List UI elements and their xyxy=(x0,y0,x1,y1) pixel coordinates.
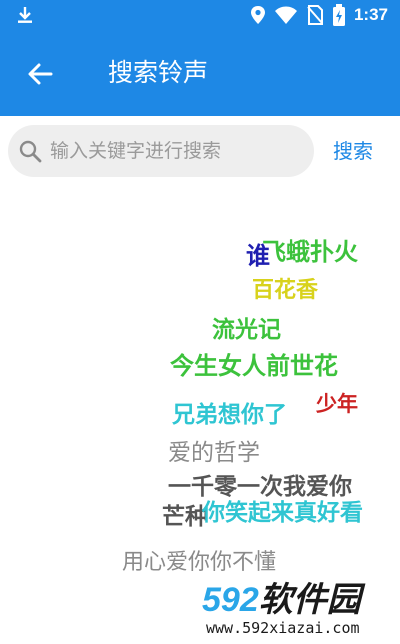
wifi-icon xyxy=(274,6,297,24)
search-box[interactable] xyxy=(8,125,314,177)
download-icon xyxy=(18,7,32,23)
watermark-number: 592 xyxy=(202,581,259,619)
status-bar: 1:37 xyxy=(0,0,400,30)
tag-item[interactable]: 流光记 xyxy=(212,319,281,342)
watermark-logo: 592软件园 xyxy=(202,580,361,620)
site-watermark: 592软件园 www.592xiazai.com xyxy=(198,580,400,644)
ringtone-tag-cloud: 谁 飞蛾扑火 百花香 流光记 今生女人前世花 少年 兄弟想你了 爱的哲学 一千零… xyxy=(0,188,400,644)
search-row: 搜索 xyxy=(0,116,400,188)
tag-item[interactable]: 一千零一次我爱你 xyxy=(168,476,352,499)
tag-item[interactable]: 你笑起来真好看 xyxy=(202,502,363,525)
search-input[interactable] xyxy=(50,135,300,167)
tag-item[interactable]: 百花香 xyxy=(252,280,318,302)
tag-item[interactable]: 少年 xyxy=(316,394,358,415)
battery-charging-icon xyxy=(332,4,345,26)
search-icon xyxy=(19,140,42,163)
watermark-brand-text: 软件园 xyxy=(258,581,361,619)
tag-item[interactable]: 飞蛾扑火 xyxy=(262,240,358,264)
arrow-back-icon[interactable] xyxy=(26,60,54,88)
clock-time: 1:37 xyxy=(353,5,388,24)
tag-item[interactable]: 用心爱你你不懂 xyxy=(122,552,276,574)
tag-item[interactable]: 兄弟想你了 xyxy=(172,404,287,427)
page-title: 搜索铃声 xyxy=(108,58,209,87)
no-sim-icon xyxy=(307,5,323,25)
status-icons: 1:37 xyxy=(250,4,388,26)
app-bar: 搜索铃声 xyxy=(0,30,400,116)
tag-item[interactable]: 爱的哲学 xyxy=(168,442,260,465)
search-button[interactable]: 搜索 xyxy=(333,136,373,166)
tag-item[interactable]: 今生女人前世花 xyxy=(170,354,338,378)
location-icon xyxy=(250,6,265,24)
watermark-url: www.592xiazai.com xyxy=(206,619,360,637)
